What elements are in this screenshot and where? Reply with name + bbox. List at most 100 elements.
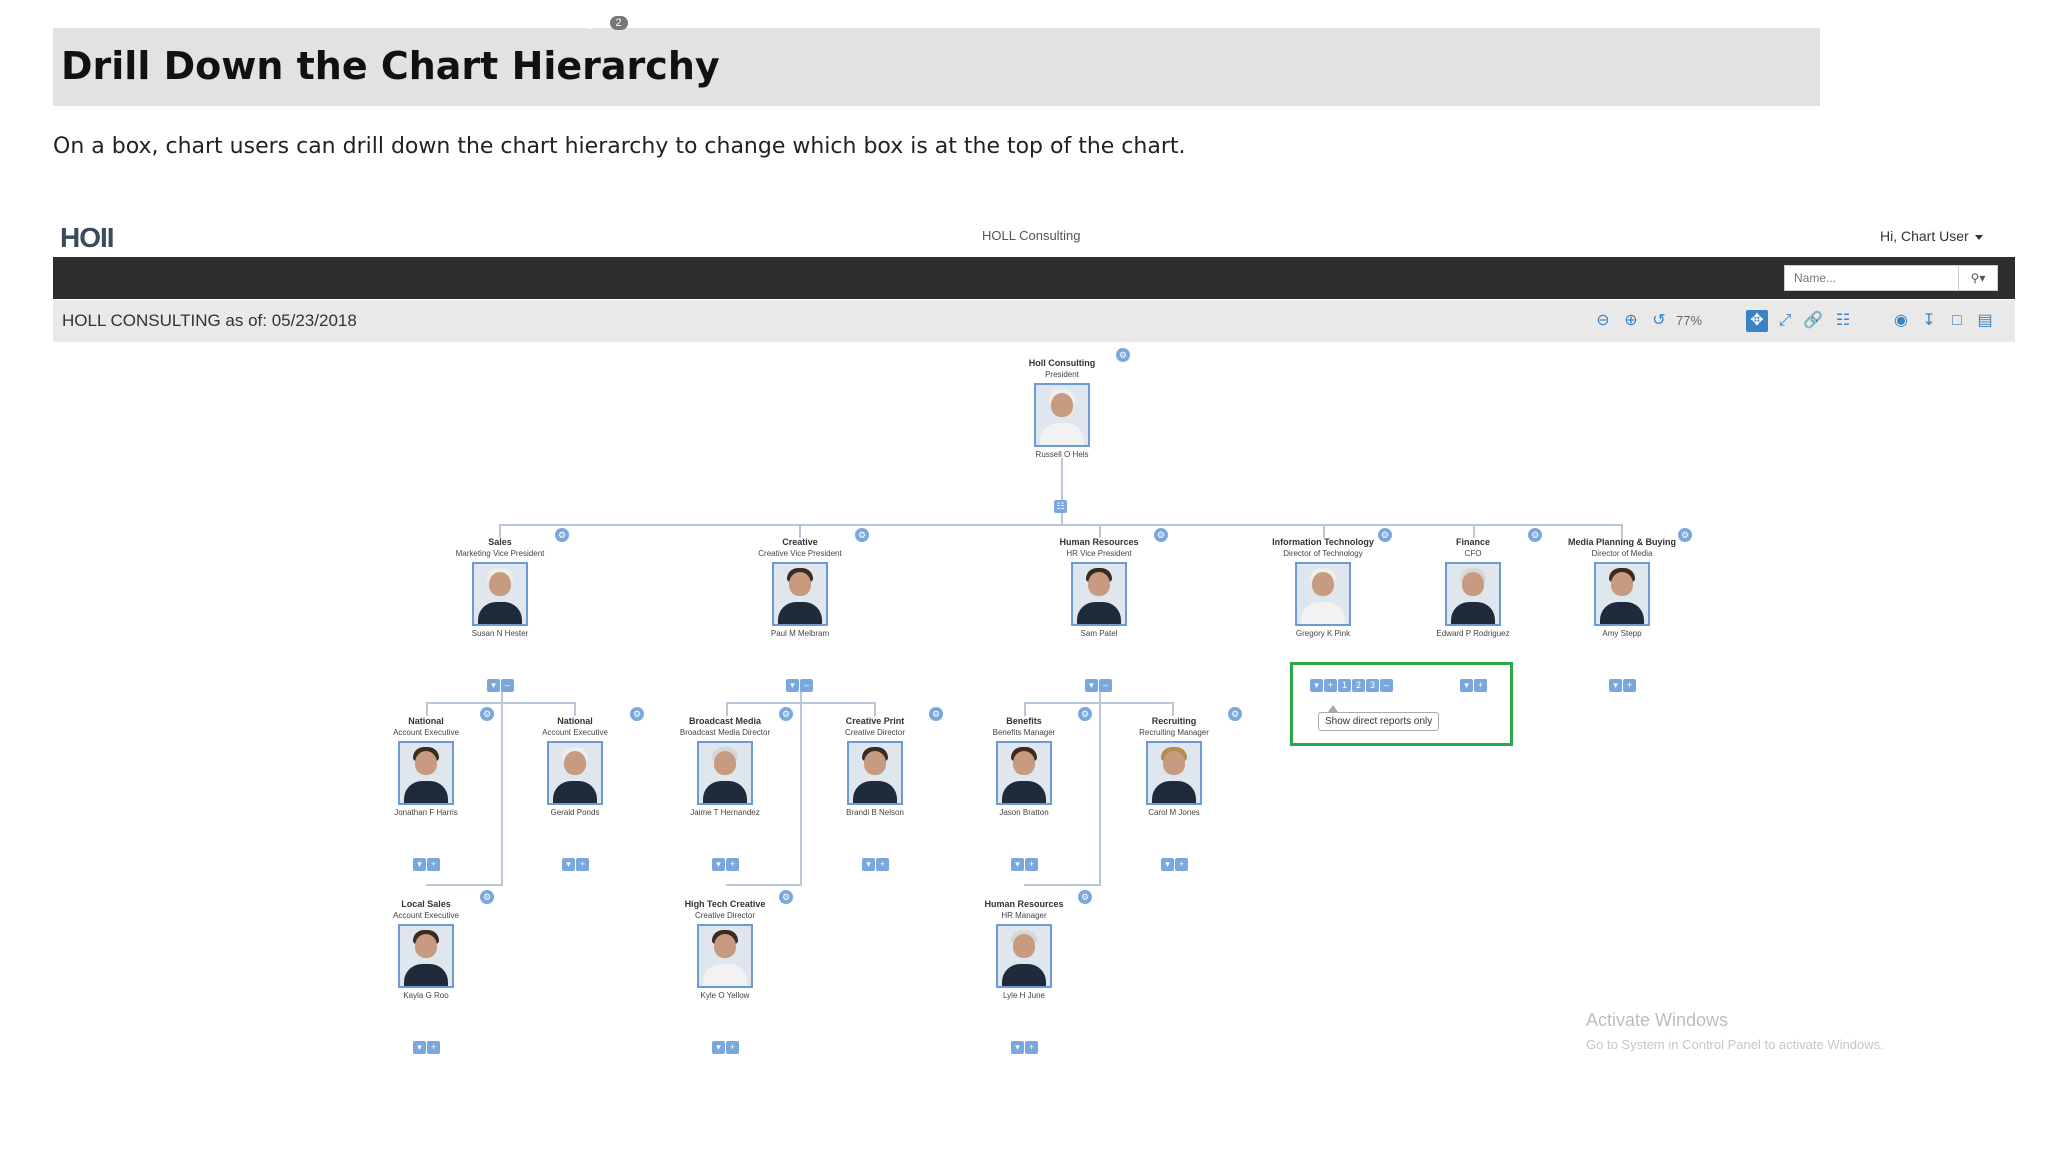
org-box-national-2[interactable]: National Account Executive Gerald Ponds <box>495 716 655 817</box>
drill-controls[interactable]: ▾+ <box>1161 858 1188 871</box>
collapse-icon[interactable]: – <box>501 679 514 692</box>
chevron-down-icon[interactable]: ▾ <box>1310 679 1323 692</box>
gear-icon[interactable]: ⚙ <box>779 890 793 904</box>
expand-icon[interactable]: + <box>876 858 889 871</box>
drill-controls[interactable]: ▾+ <box>1460 679 1487 692</box>
hierarchy-icon[interactable]: ☷ <box>1054 500 1067 513</box>
pdf-icon[interactable]: □ <box>1946 310 1968 332</box>
gear-icon[interactable]: ⚙ <box>1078 890 1092 904</box>
org-box-hr-manager[interactable]: Human Resources HR Manager Lyle H June <box>944 899 1104 1000</box>
fit-icon[interactable]: ✥ <box>1746 310 1768 332</box>
drill-level-1[interactable]: 1 <box>1338 679 1351 692</box>
expand-icon[interactable]: + <box>726 858 739 871</box>
hierarchy-icon[interactable]: ☷ <box>1832 310 1854 332</box>
gear-icon[interactable]: ⚙ <box>1154 528 1168 542</box>
search-input[interactable] <box>1784 265 1959 291</box>
chevron-down-icon[interactable]: ▾ <box>862 858 875 871</box>
gear-icon[interactable]: ⚙ <box>1378 528 1392 542</box>
refresh-icon[interactable]: ↺ <box>1648 310 1670 332</box>
expand-icon[interactable]: + <box>1324 679 1337 692</box>
org-box-creative-print[interactable]: Creative Print Creative Director Brandi … <box>795 716 955 817</box>
org-box-national-1[interactable]: National Account Executive Jonathan F Ha… <box>346 716 506 817</box>
zoom-out-icon[interactable]: ⊖ <box>1592 310 1614 332</box>
gear-icon[interactable]: ⚙ <box>779 707 793 721</box>
drill-level-3[interactable]: 3 <box>1366 679 1379 692</box>
gear-icon[interactable]: ⚙ <box>1228 707 1242 721</box>
search-button[interactable]: ⚲▾ <box>1958 265 1998 291</box>
drill-controls[interactable]: ▾+ <box>1609 679 1636 692</box>
drill-controls[interactable]: ☷ <box>1054 500 1067 513</box>
org-box-benefits[interactable]: Benefits Benefits Manager Jason Bratton <box>944 716 1104 817</box>
drill-controls[interactable]: ▾ – <box>786 679 813 692</box>
filter-menu[interactable]: Filter Manager 2 <box>511 13 642 30</box>
org-box-sales[interactable]: Sales Marketing Vice President Susan N H… <box>420 537 580 638</box>
chevron-down-icon[interactable]: ▾ <box>562 858 575 871</box>
drill-controls[interactable]: ▾ – <box>487 679 514 692</box>
expand-icon[interactable]: + <box>1175 858 1188 871</box>
gear-icon[interactable]: ⚙ <box>480 890 494 904</box>
drill-level-controls[interactable]: ▾ + 1 2 3 – <box>1310 679 1393 692</box>
expand-icon[interactable]: + <box>1025 1041 1038 1054</box>
expand-icon[interactable]: + <box>1623 679 1636 692</box>
drill-controls[interactable]: ▾+ <box>413 858 440 871</box>
drill-controls[interactable]: ▾+ <box>862 858 889 871</box>
gear-icon[interactable]: ⚙ <box>630 707 644 721</box>
chevron-down-icon[interactable]: ▾ <box>712 858 725 871</box>
chevron-down-icon[interactable]: ▾ <box>786 679 799 692</box>
org-box-president[interactable]: Holl Consulting President Russell O Hels <box>982 358 1142 459</box>
gear-icon[interactable]: ⚙ <box>1078 707 1092 721</box>
app-logo[interactable]: HOII <box>60 222 115 254</box>
chevron-down-icon[interactable]: ▾ <box>1609 679 1622 692</box>
collapse-icon[interactable]: – <box>800 679 813 692</box>
chevron-down-icon[interactable]: ▾ <box>413 1041 426 1054</box>
download-icon[interactable]: ↧ <box>1918 310 1940 332</box>
expand-icon[interactable]: + <box>1025 858 1038 871</box>
chevron-down-icon[interactable]: ▾ <box>1085 679 1098 692</box>
gear-icon[interactable]: ⚙ <box>480 707 494 721</box>
chevron-down-icon[interactable]: ▾ <box>413 858 426 871</box>
gear-icon[interactable]: ⚙ <box>555 528 569 542</box>
chevron-down-icon[interactable]: ▾ <box>712 1041 725 1054</box>
org-box-media[interactable]: Media Planning & Buying Director of Medi… <box>1542 537 1702 638</box>
expand-icon[interactable]: + <box>1474 679 1487 692</box>
drill-controls[interactable]: ▾+ <box>712 1041 739 1054</box>
charts-menu[interactable]: Charts SIN BORDES <box>66 13 217 29</box>
expand-icon[interactable]: + <box>427 1041 440 1054</box>
drill-controls[interactable]: ▾ – <box>1085 679 1112 692</box>
user-menu[interactable]: Hi, Chart User <box>1880 228 1983 244</box>
gear-icon[interactable]: ⚙ <box>1116 348 1130 362</box>
gear-icon[interactable]: ⚙ <box>1528 528 1542 542</box>
collapse-icon[interactable]: – <box>1380 679 1393 692</box>
org-box-local-sales[interactable]: Local Sales Account Executive Kayla G Ro… <box>346 899 506 1000</box>
drill-controls[interactable]: ▾+ <box>1011 1041 1038 1054</box>
gear-icon[interactable]: ⚙ <box>855 528 869 542</box>
chevron-down-icon[interactable]: ▾ <box>1011 858 1024 871</box>
expand-icon[interactable]: + <box>726 1041 739 1054</box>
drill-controls[interactable]: ▾+ <box>712 858 739 871</box>
org-box-hr[interactable]: Human Resources HR Vice President Sam Pa… <box>1019 537 1179 638</box>
drill-controls[interactable]: ▾+ <box>1011 858 1038 871</box>
org-box-it[interactable]: Information Technology Director of Techn… <box>1243 537 1403 638</box>
org-box-creative[interactable]: Creative Creative Vice President Paul M … <box>720 537 880 638</box>
gear-icon[interactable]: ⚙ <box>929 707 943 721</box>
camera-icon[interactable]: ◉ <box>1890 310 1912 332</box>
zoom-in-icon[interactable]: ⊕ <box>1620 310 1642 332</box>
expand-icon[interactable]: + <box>576 858 589 871</box>
chevron-down-icon[interactable]: ▾ <box>1011 1041 1024 1054</box>
collapse-icon[interactable]: ⤢ <box>1774 310 1796 332</box>
chevron-down-icon[interactable]: ▾ <box>487 679 500 692</box>
drill-controls[interactable]: ▾+ <box>413 1041 440 1054</box>
collapse-icon[interactable]: – <box>1099 679 1112 692</box>
org-box-broadcast-media[interactable]: Broadcast Media Broadcast Media Director… <box>645 716 805 817</box>
gear-icon[interactable]: ⚙ <box>1678 528 1692 542</box>
org-box-finance[interactable]: Finance CFO Edward P Rodriguez <box>1393 537 1553 638</box>
drill-controls[interactable]: ▾+ <box>562 858 589 871</box>
link-icon[interactable]: 🔗 <box>1802 310 1824 332</box>
org-box-high-tech-creative[interactable]: High Tech Creative Creative Director Kyl… <box>645 899 805 1000</box>
org-box-recruiting[interactable]: Recruiting Recruiting Manager Carol M Jo… <box>1094 716 1254 817</box>
chevron-down-icon[interactable]: ▾ <box>1460 679 1473 692</box>
expand-icon[interactable]: + <box>427 858 440 871</box>
view-menu[interactable]: View 0- Succession Chart/Profile <box>253 13 475 29</box>
drill-level-2[interactable]: 2 <box>1352 679 1365 692</box>
export-icon[interactable]: ▤ <box>1974 310 1996 332</box>
